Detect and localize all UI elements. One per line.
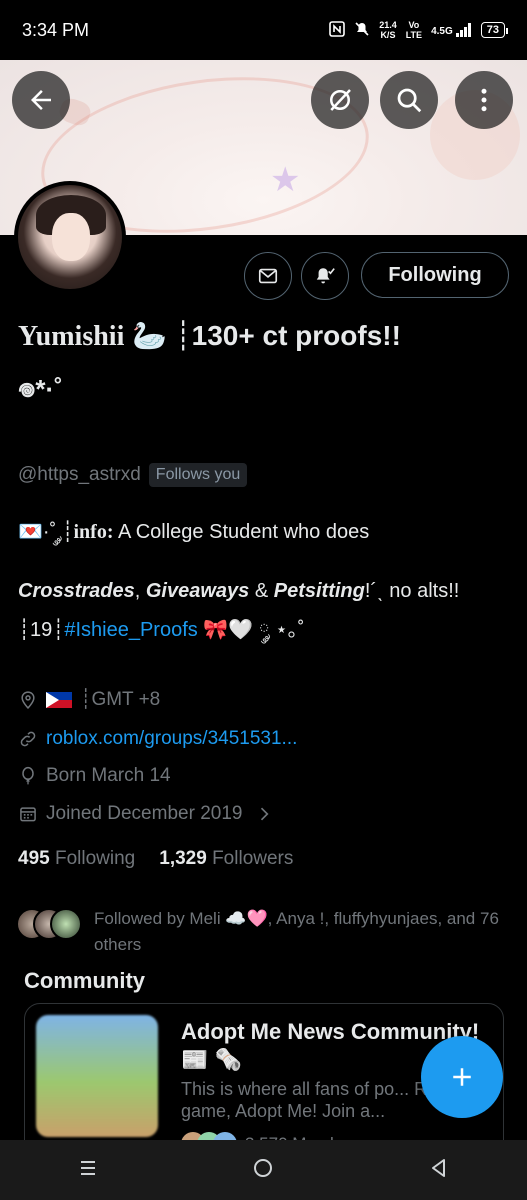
network-speed: 21.4 K/S: [379, 20, 397, 40]
balloon-icon: [22, 766, 34, 785]
status-icons: 21.4 K/S Vo LTE 4.5G 73: [329, 20, 509, 40]
star-decoration: ★: [270, 161, 301, 199]
grok-icon: [330, 89, 351, 111]
follow-stats: 495 Following 1,329 Followers: [18, 848, 293, 870]
website-link[interactable]: roblox.com/groups/3451531...: [46, 728, 297, 750]
bio-line-3: ┊19┊#Ishiee_Proofs 🎀🤍 ༘ ⋆｡˚: [18, 619, 305, 641]
battery-indicator: 73: [480, 22, 509, 38]
website-row: roblox.com/groups/3451531...: [18, 728, 297, 750]
volte-indicator: Vo LTE: [405, 20, 423, 40]
hashtag-link[interactable]: #Ishiee_Proofs: [64, 619, 197, 641]
link-icon: [20, 731, 36, 747]
joined-row[interactable]: Joined December 2019: [18, 803, 274, 825]
location-pin-icon: [21, 690, 35, 709]
birthday-row: Born March 14: [18, 765, 171, 787]
signal-icon: 4.5G: [431, 23, 472, 37]
followers-count-link[interactable]: 1,329 Followers: [159, 848, 293, 870]
recent-apps-icon: [80, 1160, 95, 1175]
location-row: ┊GMT +8: [18, 688, 160, 711]
system-navigation-bar: [0, 1140, 527, 1200]
community-section-title: Community: [24, 968, 145, 993]
mute-icon: [354, 21, 370, 40]
display-name: Yumishii 🦢 ┊130+ ct proofs!!: [18, 320, 401, 352]
follows-you-badge: Follows you: [148, 463, 248, 487]
community-image: [36, 1015, 158, 1137]
notifications-button[interactable]: [301, 252, 349, 300]
philippines-flag-icon: [46, 691, 72, 708]
more-vertical-icon: [481, 88, 487, 112]
username-handle: @https_astrxd: [18, 464, 141, 485]
system-back-button[interactable]: [427, 1156, 451, 1185]
chevron-right-icon: [261, 807, 269, 821]
more-options-button[interactable]: [455, 71, 513, 129]
nfc-icon: [329, 20, 345, 40]
recent-apps-button[interactable]: [76, 1156, 100, 1185]
bio-line-2: Crosstrades, Giveaways & Petsitting!´ˎ n…: [18, 580, 460, 602]
home-button[interactable]: [251, 1156, 275, 1185]
avatar[interactable]: [14, 181, 126, 293]
search-button[interactable]: [380, 71, 438, 129]
followed-by-text: Followed by Meli ☁️🩷, Anya !, fluffyhyun…: [94, 909, 499, 954]
bio-line-1: 💌·˚ ༘┊info: A College Student who does: [18, 521, 370, 543]
followed-by-row[interactable]: Followed by Meli ☁️🩷, Anya !, fluffyhyun…: [16, 906, 511, 958]
home-circle-icon: [254, 1158, 273, 1177]
following-count-link[interactable]: 495 Following: [18, 848, 135, 870]
triangle-back-icon: [432, 1158, 446, 1177]
mutual-avatars: [16, 906, 84, 942]
avatar: [50, 908, 82, 940]
status-time: 3:34 PM: [22, 19, 90, 40]
mail-icon: [258, 268, 278, 284]
back-button[interactable]: [12, 71, 70, 129]
compose-post-button[interactable]: [421, 1036, 503, 1118]
back-arrow-icon: [31, 90, 51, 110]
handle-row: @https_astrxd Follows you: [18, 463, 248, 487]
bell-check-icon: [316, 268, 335, 284]
grok-button[interactable]: [311, 71, 369, 129]
search-icon: [397, 88, 422, 113]
following-button[interactable]: Following: [361, 252, 509, 298]
display-name-decoration: 𖦹*·˚: [18, 374, 63, 404]
message-button[interactable]: [244, 252, 292, 300]
status-bar: 3:34 PM 21.4 K/S Vo LTE 4.5G 73: [0, 0, 527, 60]
calendar-icon: [20, 807, 36, 822]
plus-icon: [453, 1068, 471, 1086]
avatar-image: [18, 185, 122, 289]
